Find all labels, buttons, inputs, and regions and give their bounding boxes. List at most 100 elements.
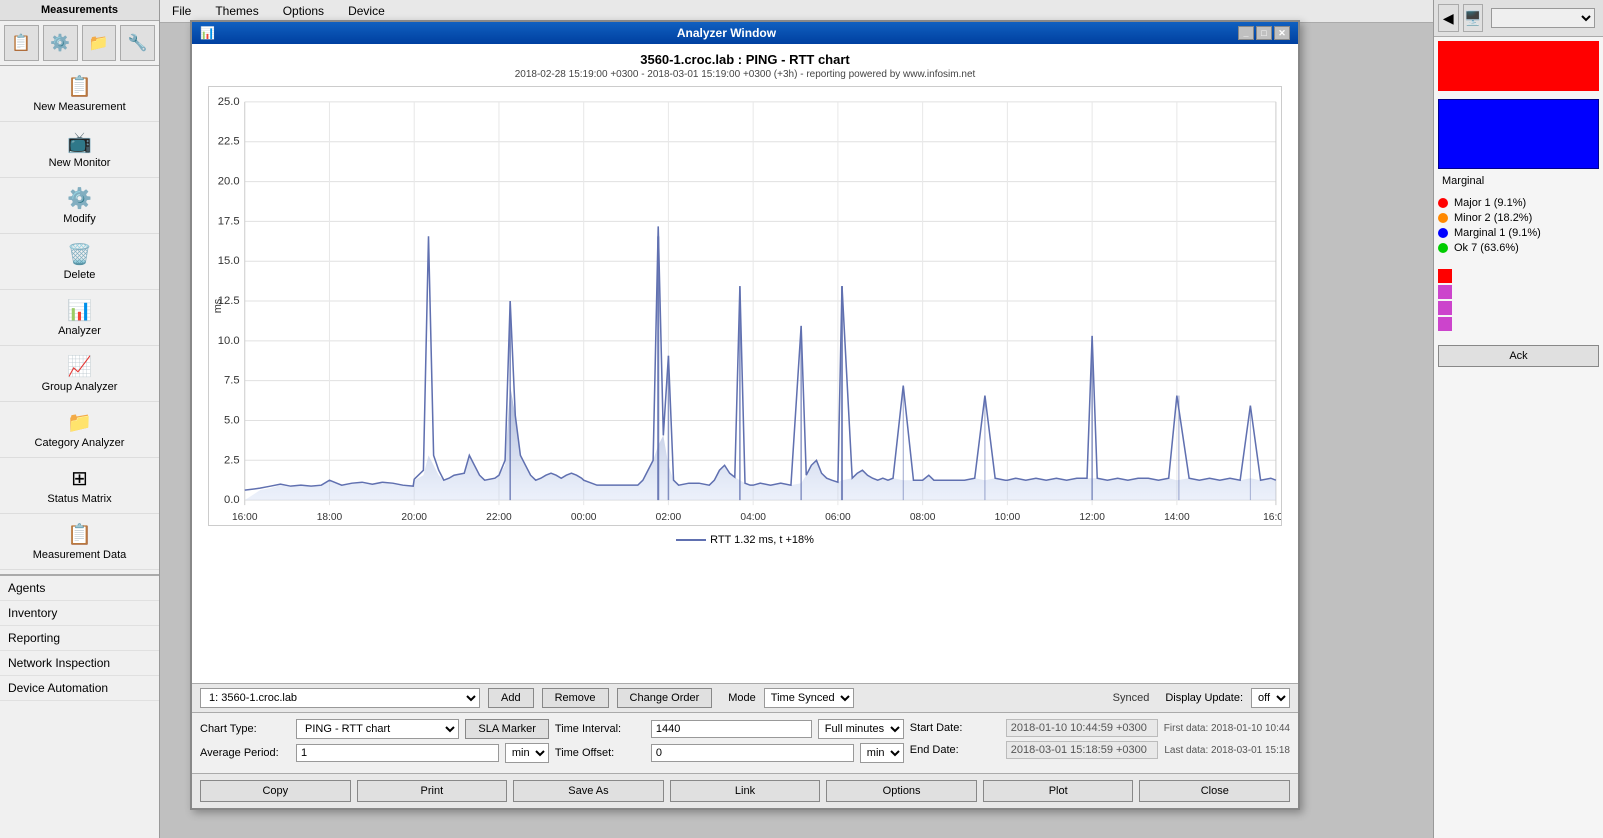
sidebar-item-device-automation[interactable]: Device Automation (0, 676, 159, 701)
window-title-icon: 📊 (200, 26, 215, 40)
average-period-row: Average Period: min (200, 743, 549, 763)
sidebar-item-label-measurement-data: Measurement Data (33, 549, 127, 561)
settings-col-1: Chart Type: PING - RTT chart SLA Marker … (200, 719, 549, 767)
link-button[interactable]: Link (670, 780, 821, 802)
remove-button[interactable]: Remove (542, 688, 609, 708)
sidebar-item-inventory[interactable]: Inventory (0, 601, 159, 626)
time-interval-input[interactable] (651, 720, 812, 738)
sla-marker-button[interactable]: SLA Marker (465, 719, 548, 739)
copy-button[interactable]: Copy (200, 780, 351, 802)
options-button[interactable]: Options (826, 780, 977, 802)
ack-button[interactable]: Ack (1438, 345, 1599, 367)
add-button[interactable]: Add (488, 688, 534, 708)
status-box-blue (1438, 99, 1599, 169)
svg-text:20.0: 20.0 (218, 176, 240, 188)
delete-icon: 🗑️ (67, 242, 92, 267)
minor-label: Minor 2 (18.2%) (1454, 212, 1532, 224)
sidebar-item-agents[interactable]: Agents (0, 576, 159, 601)
svg-text:08:00: 08:00 (910, 512, 936, 523)
change-order-button[interactable]: Change Order (617, 688, 713, 708)
sidebar-item-reporting[interactable]: Reporting (0, 626, 159, 651)
right-panel-dropdown[interactable] (1491, 8, 1595, 28)
sidebar-item-analyzer[interactable]: 📊 Analyzer (0, 290, 159, 346)
menu-themes[interactable]: Themes (207, 2, 266, 20)
time-offset-input[interactable] (651, 744, 854, 762)
sidebar-item-category-analyzer[interactable]: 📁 Category Analyzer (0, 402, 159, 458)
sidebar-item-new-monitor[interactable]: 📺 New Monitor (0, 122, 159, 178)
settings-col-3: Start Date: First data: 2018-01-10 10:44… (910, 719, 1290, 767)
status-box-red (1438, 41, 1599, 91)
svg-text:15.0: 15.0 (218, 255, 240, 267)
legend-section: Major 1 (9.1%) Minor 2 (18.2%) Marginal … (1438, 197, 1599, 257)
status-matrix-icon: ⊞ (71, 466, 88, 491)
list-item-3 (1438, 301, 1599, 315)
list-item-4 (1438, 317, 1599, 331)
svg-text:25.0: 25.0 (218, 96, 240, 108)
svg-text:17.5: 17.5 (218, 215, 240, 227)
close-button[interactable]: ✕ (1274, 26, 1290, 40)
ok-label: Ok 7 (63.6%) (1454, 242, 1519, 254)
mode-label: Mode (728, 692, 756, 704)
mode-select[interactable]: Time Synced (764, 688, 854, 708)
average-period-unit-select[interactable]: min (505, 743, 549, 763)
sidebar-item-label-category-analyzer: Category Analyzer (35, 437, 125, 449)
svg-text:02:00: 02:00 (656, 512, 682, 523)
marginal-label: Marginal (1434, 173, 1603, 189)
minor-dot (1438, 213, 1448, 223)
sidebar-item-group-analyzer[interactable]: 📈 Group Analyzer (0, 346, 159, 402)
menu-options[interactable]: Options (275, 2, 332, 20)
right-panel-icon-1[interactable]: ◀ (1438, 4, 1459, 32)
maximize-button[interactable]: □ (1256, 26, 1272, 40)
sidebar-item-modify[interactable]: ⚙️ Modify (0, 178, 159, 234)
analyzer-icon: 📊 (67, 298, 92, 323)
print-button[interactable]: Print (357, 780, 508, 802)
sidebar-icon-toolbar: 📋 ⚙️ 📁 🔧 (0, 21, 159, 66)
sidebar-item-delete[interactable]: 🗑️ Delete (0, 234, 159, 290)
average-period-label: Average Period: (200, 747, 290, 759)
sidebar-icon-1[interactable]: 📋 (4, 25, 39, 61)
sidebar-icon-3[interactable]: 📁 (82, 25, 117, 61)
time-offset-unit-select[interactable]: min (860, 743, 904, 763)
time-interval-label: Time Interval: (555, 723, 645, 735)
sidebar-icon-4[interactable]: 🔧 (120, 25, 155, 61)
chart-container: 3560-1.croc.lab : PING - RTT chart 2018-… (192, 44, 1298, 683)
device-select[interactable]: 1: 3560-1.croc.lab (200, 688, 480, 708)
list-color-red (1438, 269, 1452, 283)
sidebar-icon-2[interactable]: ⚙️ (43, 25, 78, 61)
minimize-button[interactable]: _ (1238, 26, 1254, 40)
right-panel-icon-2[interactable]: 🖥️ (1463, 4, 1484, 32)
list-item-1 (1438, 269, 1599, 283)
chart-type-select[interactable]: PING - RTT chart (296, 719, 459, 739)
time-interval-unit-select[interactable]: Full minutes (818, 719, 904, 739)
svg-text:16:00: 16:00 (1263, 512, 1281, 523)
legend-entry-ok: Ok 7 (63.6%) (1438, 242, 1599, 254)
legend-entry-major: Major 1 (9.1%) (1438, 197, 1599, 209)
sidebar-item-label-group-analyzer: Group Analyzer (42, 381, 118, 393)
display-update-select[interactable]: off (1251, 688, 1290, 708)
legend-entry-minor: Minor 2 (18.2%) (1438, 212, 1599, 224)
right-panel-toolbar: ◀ 🖥️ (1434, 0, 1603, 37)
sidebar-item-network-inspection[interactable]: Network Inspection (0, 651, 159, 676)
major-dot (1438, 198, 1448, 208)
menu-device[interactable]: Device (340, 2, 393, 20)
sidebar-item-measurement-data[interactable]: 📋 Measurement Data (0, 514, 159, 570)
chart-title: 3560-1.croc.lab : PING - RTT chart (200, 52, 1290, 67)
sidebar-item-status-matrix[interactable]: ⊞ Status Matrix (0, 458, 159, 514)
close-button-action[interactable]: Close (1139, 780, 1290, 802)
sidebar-header: Measurements (0, 0, 159, 21)
svg-text:2.5: 2.5 (224, 454, 240, 466)
svg-text:10.0: 10.0 (218, 335, 240, 347)
svg-text:06:00: 06:00 (825, 512, 851, 523)
average-period-input[interactable] (296, 744, 499, 762)
svg-text:20:00: 20:00 (401, 512, 427, 523)
plot-button[interactable]: Plot (983, 780, 1134, 802)
svg-text:10:00: 10:00 (995, 512, 1021, 523)
menu-file[interactable]: File (164, 2, 199, 20)
legend-text: RTT 1.32 ms, t +18% (710, 534, 814, 546)
window-titlebar: 📊 Analyzer Window _ □ ✕ (192, 22, 1298, 44)
svg-text:22:00: 22:00 (486, 512, 512, 523)
sidebar-item-new-measurement[interactable]: 📋 New Measurement (0, 66, 159, 122)
group-analyzer-icon: 📈 (67, 354, 92, 379)
save-as-button[interactable]: Save As (513, 780, 664, 802)
list-color-purple2 (1438, 301, 1452, 315)
